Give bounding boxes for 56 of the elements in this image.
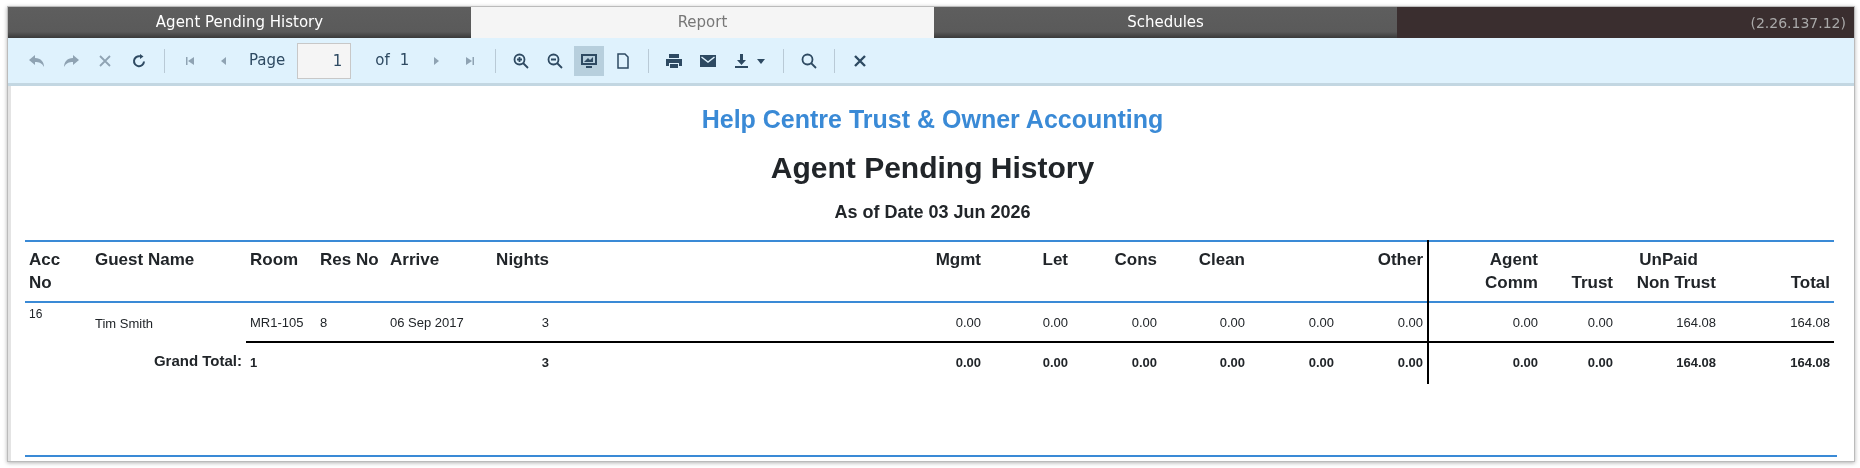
total-cell: 0.00: [1042, 354, 1068, 370]
table-cell: 8: [320, 315, 328, 331]
column-header: Guest Name: [95, 249, 195, 269]
total-cell: 0.00: [955, 354, 981, 370]
total-cell: 1: [250, 354, 258, 370]
table-cell: 0.00: [1042, 315, 1068, 331]
version-label: (2.26.137.12): [1750, 14, 1847, 33]
tab[interactable]: Agent Pending History: [8, 7, 471, 38]
column-header: Arrive: [390, 249, 440, 269]
total-cell: 0.00: [1512, 354, 1538, 370]
table-cell: 0.00: [1512, 315, 1538, 331]
total-label: Grand Total:: [153, 351, 242, 369]
column-header: Trust: [1571, 273, 1613, 293]
column-header: Cons: [1114, 249, 1157, 269]
column-header: Clean: [1198, 249, 1245, 269]
total-cell: 164.08: [1676, 354, 1716, 370]
table-cell: 0.00: [1587, 315, 1613, 331]
table-cell: 164.08: [1676, 315, 1716, 331]
column-header: Res No: [320, 249, 379, 269]
table-cell: 0.00: [955, 315, 981, 331]
report-title: Agent Pending History: [770, 149, 1095, 186]
company-name: Help Centre Trust & Owner Accounting: [701, 104, 1164, 135]
total-cell: 0.00: [1308, 354, 1334, 370]
total-cell: 0.00: [1131, 354, 1157, 370]
page-number-field[interactable]: 1: [297, 42, 352, 79]
column-group-header: UnPaid: [1638, 248, 1699, 271]
total-cell: 3: [541, 354, 549, 370]
column-header: Room: [250, 249, 299, 269]
table-cell: 0.00: [1308, 315, 1334, 331]
report-date: As of Date 03 Jun 2026: [834, 200, 1031, 224]
column-header: Mgmt: [935, 249, 981, 269]
table-cell: 3: [541, 315, 549, 331]
total-cell: 0.00: [1219, 354, 1245, 370]
table-cell: 16: [29, 307, 43, 322]
table-cell: Tim Smith: [95, 315, 154, 331]
tab[interactable]: Report: [471, 7, 934, 38]
column-header: Nights: [496, 249, 549, 269]
column-header: Agent Comm: [1485, 249, 1538, 293]
total-cell: 0.00: [1587, 354, 1613, 370]
column-header: Total: [1790, 273, 1830, 293]
column-header: Other: [1377, 249, 1423, 269]
column-header: Acc No: [29, 249, 61, 293]
total-cell: 0.00: [1397, 354, 1423, 370]
page-of-label: of: [375, 50, 390, 72]
tab[interactable]: Schedules: [934, 7, 1397, 38]
table-cell: MR1-105: [250, 315, 304, 331]
table-cell: 06 Sep 2017: [390, 315, 464, 331]
column-header: Let: [1042, 249, 1068, 269]
page-label: Page: [249, 50, 286, 72]
total-cell: 164.08: [1790, 354, 1830, 370]
page-count: 1: [399, 50, 410, 72]
table-cell: 164.08: [1790, 315, 1830, 331]
column-header: Non Trust: [1636, 273, 1716, 293]
table-cell: 0.00: [1131, 315, 1157, 331]
table-cell: 0.00: [1397, 315, 1423, 331]
table-cell: 0.00: [1219, 315, 1245, 331]
